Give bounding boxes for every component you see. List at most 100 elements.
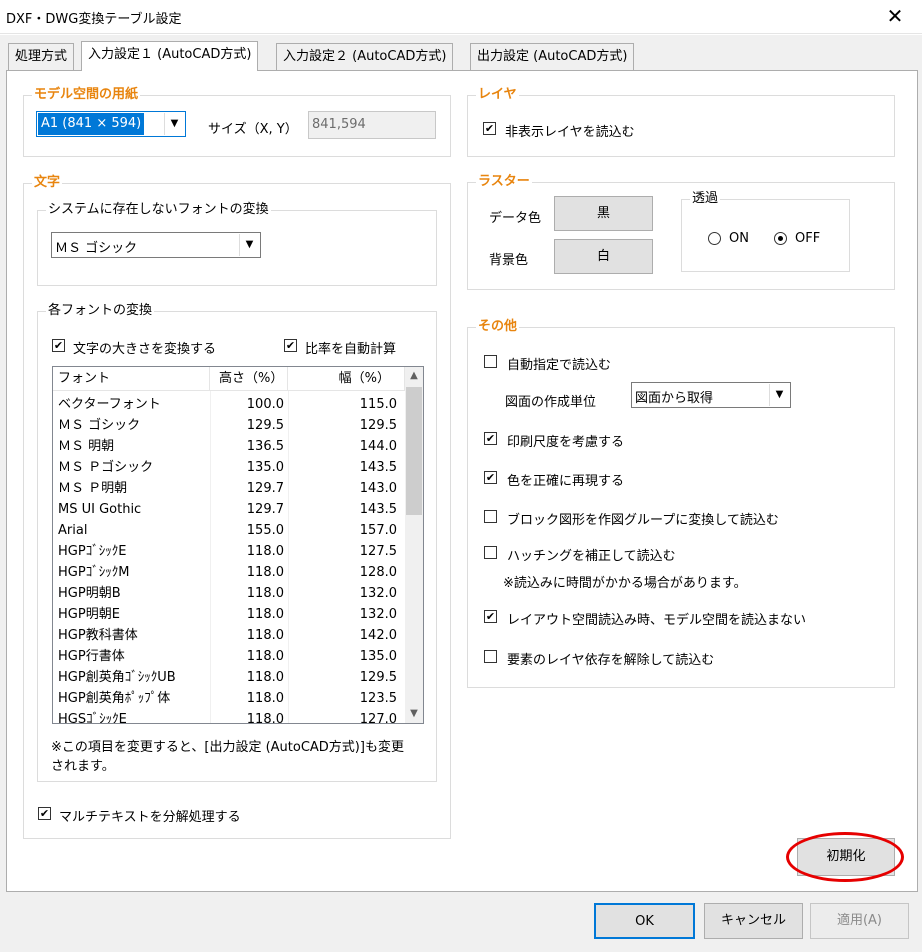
cell-height: 118.0: [246, 586, 284, 601]
paper-xy-field: 841,594: [308, 111, 436, 139]
cell-width: 132.0: [359, 586, 397, 601]
cell-width: 143.5: [359, 460, 397, 475]
data-color-button[interactable]: 黒: [554, 196, 653, 231]
table-row[interactable]: ＭＳ 明朝 136.5 144.0: [53, 436, 405, 457]
tab-processing-method[interactable]: 処理方式: [8, 43, 75, 70]
cell-height: 155.0: [246, 523, 284, 538]
column-header-height[interactable]: 高さ（%）: [210, 367, 288, 391]
table-row[interactable]: HGP創英角ｺﾞｼｯｸUB 118.0 129.5: [53, 667, 405, 688]
block-to-group-checkbox[interactable]: [484, 510, 497, 523]
table-row[interactable]: ＭＳ ゴシック 129.5 129.5: [53, 415, 405, 436]
tab-output-settings[interactable]: 出力設定 (AutoCAD方式): [470, 43, 635, 70]
hidden-layer-label: 非表示レイヤを読込む: [505, 125, 635, 140]
check-icon: ✔: [39, 807, 50, 820]
cell-height: 118.0: [246, 670, 284, 685]
table-scrollbar[interactable]: ▲ ▼: [405, 367, 423, 723]
cell-font-name: HGP創英角ﾎﾟｯﾌﾟ体: [58, 691, 171, 706]
transparency-off-label: OFF: [795, 231, 821, 246]
unit-value: 図面から取得: [635, 391, 714, 406]
table-row[interactable]: ＭＳ Ｐ明朝 129.7 143.0: [53, 478, 405, 499]
hatch-fix-checkbox[interactable]: [484, 546, 497, 559]
layout-skip-model-checkbox[interactable]: ✔: [484, 610, 497, 623]
layer-dep-checkbox[interactable]: [484, 650, 497, 663]
column-header-width[interactable]: 幅（%）: [288, 367, 405, 391]
cell-font-name: HGP明朝B: [58, 586, 121, 601]
check-icon: ✔: [485, 471, 496, 484]
paper-size-value: A1 (841 × 594): [38, 113, 145, 135]
window-title: DXF・DWG変換テーブル設定: [6, 12, 182, 27]
scroll-up-icon[interactable]: ▲: [405, 367, 423, 385]
raster-group-label: ラスター: [476, 174, 532, 190]
unit-select[interactable]: 図面から取得 ▼: [631, 382, 791, 408]
font-note-line1: ※この項目を変更すると、[出力設定 (AutoCAD方式)]も変更: [51, 740, 404, 755]
cell-font-name: ＭＳ 明朝: [58, 439, 115, 454]
chevron-down-icon: ▼: [239, 234, 259, 256]
apply-button[interactable]: 適用(A): [810, 903, 909, 939]
convert-size-label: 文字の大きさを変換する: [73, 342, 217, 357]
cell-height: 118.0: [246, 649, 284, 664]
paper-group-label: モデル空間の用紙: [32, 87, 141, 103]
table-row[interactable]: ベクターフォント 100.0 115.0: [53, 394, 405, 415]
cell-width: 129.5: [359, 418, 397, 433]
cell-width: 123.5: [359, 691, 397, 706]
cell-font-name: ＭＳ ゴシック: [58, 418, 141, 433]
transparency-off-radio[interactable]: [774, 232, 787, 245]
cell-font-name: MS UI Gothic: [58, 502, 142, 517]
table-row[interactable]: Arial 155.0 157.0: [53, 520, 405, 541]
table-row[interactable]: ＭＳ Ｐゴシック 135.0 143.5: [53, 457, 405, 478]
cell-width: 115.0: [359, 397, 397, 412]
layer-group-label: レイヤ: [476, 87, 519, 103]
column-header-font[interactable]: フォント: [53, 367, 210, 391]
table-row[interactable]: HGSｺﾞｼｯｸE 118.0 127.0: [53, 709, 405, 724]
table-row[interactable]: HGP教科書体 118.0 142.0: [53, 625, 405, 646]
bg-color-button[interactable]: 白: [554, 239, 653, 274]
cell-height: 129.7: [246, 481, 284, 496]
ok-button[interactable]: OK: [594, 903, 695, 939]
scroll-thumb[interactable]: [406, 387, 422, 515]
cell-width: 129.5: [359, 670, 397, 685]
transparency-on-radio[interactable]: [708, 232, 721, 245]
table-row[interactable]: HGP明朝E 118.0 132.0: [53, 604, 405, 625]
missing-font-select[interactable]: ＭＳ ゴシック ▼: [51, 232, 261, 258]
auto-ratio-checkbox[interactable]: ✔: [284, 339, 297, 352]
cell-height: 136.5: [246, 439, 284, 454]
close-icon[interactable]: ✕: [880, 2, 910, 30]
font-table[interactable]: フォント 高さ（%） 幅（%） ベクターフォント 100.0 115.0 ＭＳ ゴシッ…: [52, 366, 424, 724]
table-row[interactable]: HGP行書体 118.0 135.0: [53, 646, 405, 667]
color-exact-checkbox[interactable]: ✔: [484, 471, 497, 484]
tab-input-settings-1[interactable]: 入力設定１ (AutoCAD方式): [81, 41, 259, 71]
layer-dep-label: 要素のレイヤ依存を解除して読込む: [507, 653, 715, 668]
table-row[interactable]: HGP創英角ﾎﾟｯﾌﾟ体 118.0 123.5: [53, 688, 405, 709]
convert-size-checkbox[interactable]: ✔: [52, 339, 65, 352]
cell-width: 127.5: [359, 544, 397, 559]
cancel-button[interactable]: キャンセル: [704, 903, 803, 939]
cell-width: 142.0: [359, 628, 397, 643]
paper-size-select[interactable]: A1 (841 × 594) ▼: [36, 111, 186, 137]
layout-skip-model-label: レイアウト空間読込み時、モデル空間を読込まない: [507, 613, 807, 628]
tab-input-settings-2[interactable]: 入力設定２ (AutoCAD方式): [276, 43, 454, 70]
table-row[interactable]: MS UI Gothic 129.7 143.5: [53, 499, 405, 520]
hidden-layer-checkbox[interactable]: ✔: [483, 122, 496, 135]
table-row[interactable]: HGPｺﾞｼｯｸE 118.0 127.5: [53, 541, 405, 562]
table-row[interactable]: HGP明朝B 118.0 132.0: [53, 583, 405, 604]
mtext-checkbox[interactable]: ✔: [38, 807, 51, 820]
chevron-down-icon: ▼: [769, 384, 789, 406]
print-scale-checkbox[interactable]: ✔: [484, 432, 497, 445]
font-conversion-group-label: 各フォントの変換: [46, 303, 155, 319]
unit-label: 図面の作成単位: [505, 395, 597, 410]
cell-width: 144.0: [359, 439, 397, 454]
cell-width: 127.0: [359, 712, 397, 724]
cell-font-name: ＭＳ Ｐ明朝: [58, 481, 128, 496]
auto-read-checkbox[interactable]: [484, 355, 497, 368]
font-note-line2: されます。: [51, 759, 115, 774]
paper-xy-label: サイズ（X, Y）: [208, 122, 298, 137]
cell-width: 135.0: [359, 649, 397, 664]
cell-height: 135.0: [246, 460, 284, 475]
check-icon: ✔: [484, 122, 495, 135]
cell-height: 118.0: [246, 607, 284, 622]
table-row[interactable]: HGPｺﾞｼｯｸM 118.0 128.0: [53, 562, 405, 583]
text-group-label: 文字: [32, 175, 63, 191]
auto-ratio-label: 比率を自動計算: [305, 342, 397, 357]
cell-font-name: HGPｺﾞｼｯｸE: [58, 544, 127, 559]
scroll-down-icon[interactable]: ▼: [405, 705, 423, 723]
